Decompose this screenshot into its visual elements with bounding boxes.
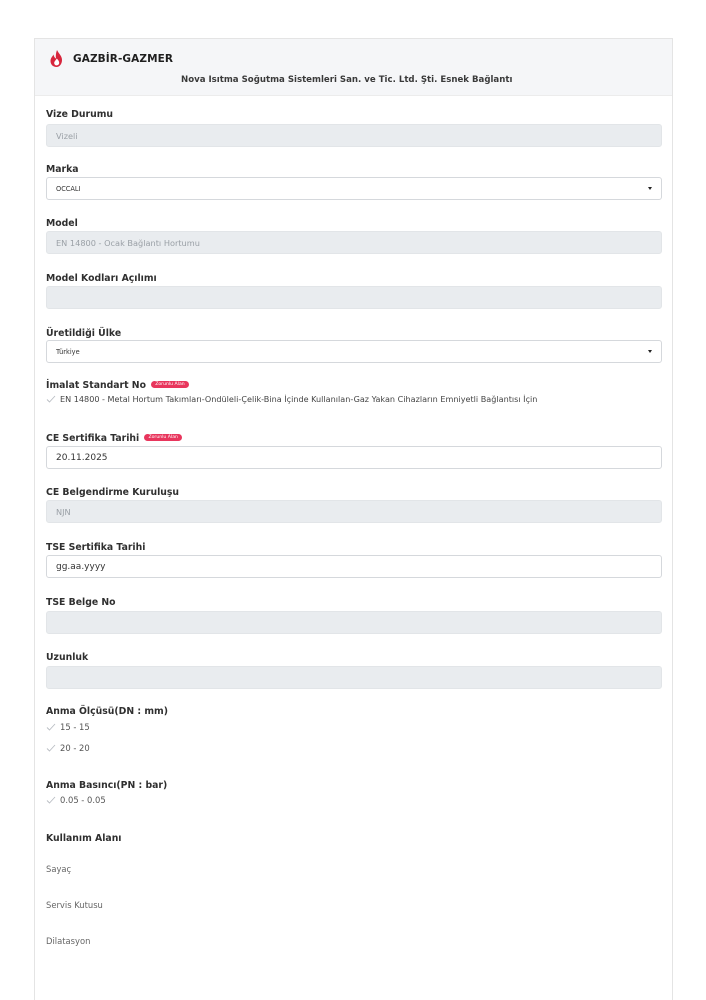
ce-kurulus-label: CE Belgendirme Kuruluşu [46,487,180,498]
imalat-value: EN 14800 - Metal Hortum Takımları-Ondüle… [60,394,538,404]
uzunluk-label: Uzunluk [46,652,89,663]
company-title: Nova Isıtma Soğutma Sistemleri San. ve T… [181,75,513,85]
model-field: EN 14800 - Ocak Bağlantı Hortumu [46,231,662,254]
ulke-select[interactable]: Türkiye [46,340,662,363]
brand-name: GAZBİR-GAZMER [73,53,174,65]
ce-tarih-input[interactable]: 20.11.2025 [46,446,662,469]
anma-olcusu-option[interactable]: 20 - 20 [46,743,90,753]
ulke-value: Türkiye [56,347,80,356]
form-frame: GAZBİR-GAZMER Nova Isıtma Soğutma Sistem… [34,38,673,1000]
ce-kurulus-value: NJN [56,506,71,517]
brand-logo: GAZBİR-GAZMER [47,49,173,69]
marka-label: Marka [46,164,79,175]
required-badge: Zorunlu Alan [151,381,189,388]
kullanim-item[interactable]: Dilatasyon [46,936,90,946]
caret-down-icon [648,187,652,190]
check-icon [46,395,56,403]
marka-value: OCCALI [56,184,81,193]
ulke-label: Üretildiği Ülke [46,328,122,339]
kullanim-label: Kullanım Alanı [46,833,122,844]
anma-basinci-option-label: 0.05 - 0.05 [60,795,106,805]
tse-tarih-label: TSE Sertifika Tarihi [46,542,146,553]
ce-tarih-value: 20.11.2025 [56,452,108,463]
uzunluk-field [46,666,662,689]
tse-no-field [46,611,662,634]
caret-down-icon [648,350,652,353]
ce-kurulus-field: NJN [46,500,662,523]
tse-tarih-placeholder: gg.aa.yyyy [56,561,106,572]
model-kodlari-label: Model Kodları Açılımı [46,273,157,284]
form-header: GAZBİR-GAZMER Nova Isıtma Soğutma Sistem… [35,38,672,96]
imalat-option[interactable]: EN 14800 - Metal Hortum Takımları-Ondüle… [46,394,537,404]
imalat-label: İmalat Standart No Zorunlu Alan [46,380,189,391]
vize-label: Vize Durumu [46,109,114,120]
check-icon [46,744,56,752]
vize-field: Vizeli [46,124,662,147]
anma-olcusu-label: Anma Ölçüsü(DN : mm) [46,706,168,717]
ce-tarih-label-text: CE Sertifika Tarihi [46,433,140,444]
marka-select[interactable]: OCCALI [46,177,662,200]
anma-olcusu-option-label: 20 - 20 [60,743,90,753]
flame-icon [50,50,62,67]
anma-basinci-option[interactable]: 0.05 - 0.05 [46,795,106,805]
ce-tarih-label: CE Sertifika Tarihi Zorunlu Alan [46,433,182,444]
vize-value: Vizeli [56,130,78,141]
anma-basinci-label: Anma Basıncı(PN : bar) [46,780,168,791]
kullanim-item[interactable]: Servis Kutusu [46,900,103,910]
model-label: Model [46,218,78,229]
model-value: EN 14800 - Ocak Bağlantı Hortumu [56,237,200,248]
imalat-label-text: İmalat Standart No [46,380,146,391]
check-icon [46,723,56,731]
required-badge: Zorunlu Alan [144,434,182,441]
anma-olcusu-option[interactable]: 15 - 15 [46,722,90,732]
anma-olcusu-option-label: 15 - 15 [60,722,90,732]
tse-tarih-input[interactable]: gg.aa.yyyy [46,555,662,578]
model-kodlari-field [46,286,662,309]
kullanim-item[interactable]: Sayaç [46,864,71,874]
check-icon [46,796,56,804]
tse-no-label: TSE Belge No [46,597,116,608]
